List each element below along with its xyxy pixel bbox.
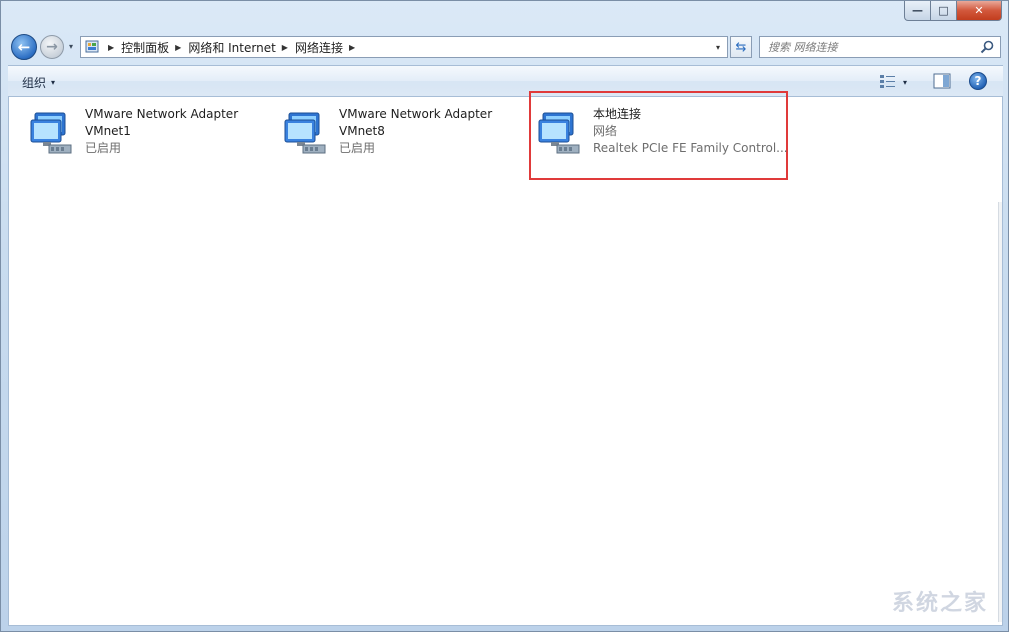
view-details-icon bbox=[879, 73, 897, 92]
preview-pane-button[interactable] bbox=[933, 73, 951, 89]
address-bar[interactable]: ▶ 控制面板 ▶ 网络和 Internet ▶ 网络连接 ▶ ▾ bbox=[80, 36, 728, 58]
chevron-down-icon[interactable]: ▾ bbox=[903, 78, 907, 87]
adapter-status: 已启用 bbox=[339, 141, 376, 155]
address-dropdown-button[interactable]: ▾ bbox=[709, 37, 727, 57]
adapter-name: VMware Network Adapter bbox=[339, 107, 493, 121]
control-panel-icon bbox=[84, 39, 102, 55]
content-pane: VMware Network Adapter VMnet1 已启用 VMware… bbox=[8, 91, 1003, 626]
explorer-window: — □ ✕ ← → ▾ ▶ 控制面板 ▶ 网络和 Internet ▶ 网络连接… bbox=[0, 0, 1009, 632]
refresh-button[interactable]: ⇆ bbox=[730, 36, 752, 58]
organize-button[interactable]: 组织 ▾ bbox=[22, 74, 55, 91]
adapter-name: 本地连接 bbox=[593, 107, 642, 121]
search-input[interactable] bbox=[768, 38, 978, 56]
minimize-button[interactable]: — bbox=[904, 1, 931, 21]
change-view-button[interactable]: ▾ bbox=[879, 73, 919, 91]
adapter-device: VMnet1 bbox=[85, 124, 131, 138]
caption-buttons: — □ ✕ bbox=[904, 1, 1002, 21]
breadcrumb-network-connections[interactable]: 网络连接 bbox=[295, 39, 343, 56]
search-box[interactable] bbox=[759, 36, 1001, 58]
adapter-name: VMware Network Adapter bbox=[85, 107, 239, 121]
search-icon[interactable] bbox=[979, 39, 995, 55]
breadcrumb-network-internet[interactable]: 网络和 Internet bbox=[188, 39, 275, 56]
adapter-item-vmnet1[interactable]: VMware Network Adapter VMnet1 已启用 bbox=[21, 103, 271, 181]
chevron-down-icon: ▾ bbox=[51, 78, 56, 87]
breadcrumb-control-panel[interactable]: 控制面板 bbox=[121, 39, 169, 56]
chevron-right-icon[interactable]: ▶ bbox=[108, 43, 114, 52]
help-button[interactable]: ? bbox=[969, 72, 987, 90]
adapter-device: Realtek PCIe FE Family Control... bbox=[593, 141, 788, 155]
chevron-right-icon[interactable]: ▶ bbox=[282, 43, 288, 52]
adapter-item-vmnet8[interactable]: VMware Network Adapter VMnet8 已启用 bbox=[275, 103, 525, 181]
adapter-status: 已启用 bbox=[85, 141, 122, 155]
network-adapter-icon bbox=[29, 111, 77, 159]
organize-label: 组织 bbox=[22, 76, 47, 90]
adapter-item-local-connection[interactable]: 本地连接 网络 Realtek PCIe FE Family Control..… bbox=[529, 103, 788, 181]
chevron-right-icon[interactable]: ▶ bbox=[349, 43, 355, 52]
breadcrumb: ▶ 控制面板 ▶ 网络和 Internet ▶ 网络连接 ▶ bbox=[102, 39, 362, 56]
scrollbar-edge bbox=[998, 202, 1002, 622]
close-button[interactable]: ✕ bbox=[957, 1, 1002, 21]
forward-button[interactable]: → bbox=[40, 35, 64, 59]
back-button[interactable]: ← bbox=[11, 34, 37, 60]
watermark-text: 系统之家 bbox=[891, 591, 988, 616]
chevron-right-icon[interactable]: ▶ bbox=[175, 43, 181, 52]
network-adapter-icon bbox=[537, 111, 585, 159]
adapter-device: VMnet8 bbox=[339, 124, 385, 138]
network-adapter-icon bbox=[283, 111, 331, 159]
recent-pages-dropdown[interactable]: ▾ bbox=[66, 41, 76, 51]
adapter-network: 网络 bbox=[593, 124, 618, 138]
command-bar: 组织 ▾ ▾ ? bbox=[8, 65, 1003, 97]
maximize-button[interactable]: □ bbox=[931, 1, 957, 21]
